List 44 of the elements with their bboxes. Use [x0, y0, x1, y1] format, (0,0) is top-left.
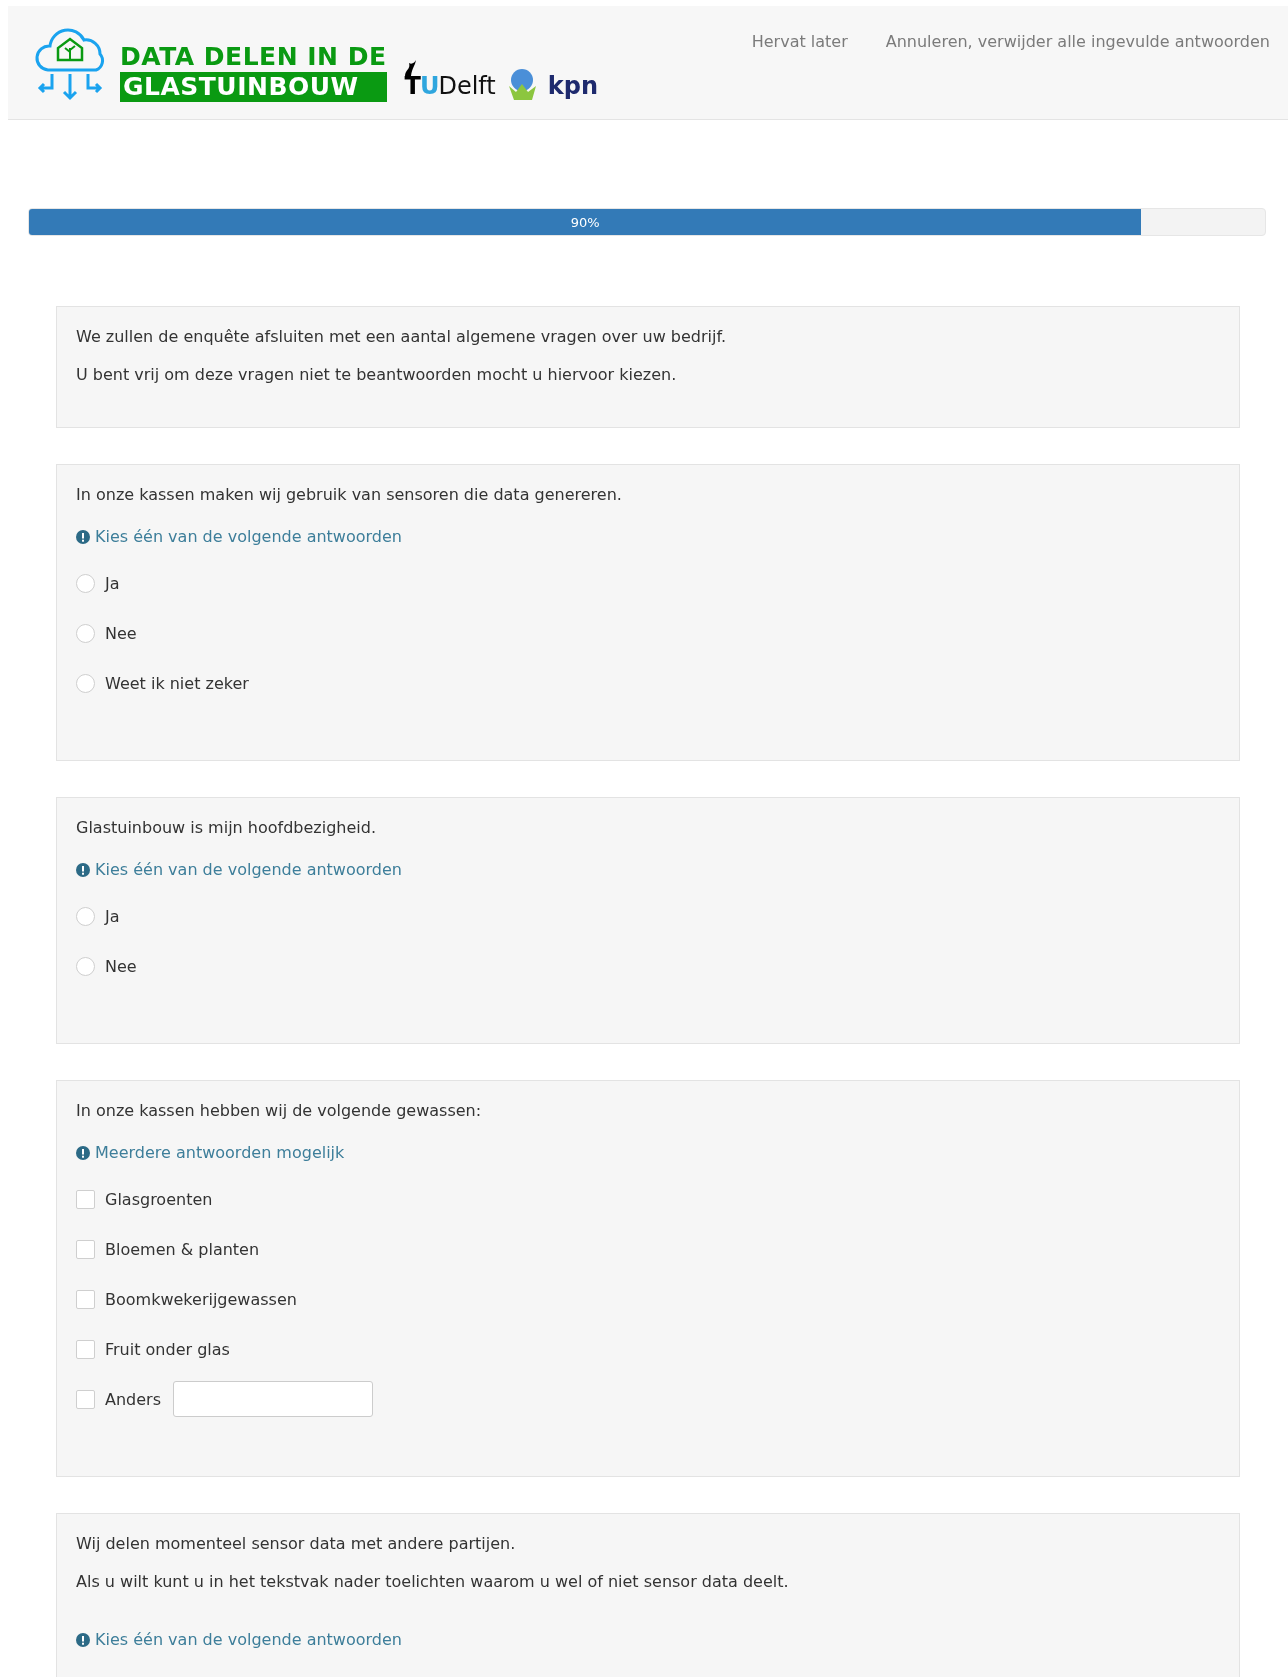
checkbox[interactable]	[76, 1289, 95, 1309]
option-label: Anders	[105, 1389, 161, 1409]
logo-text: DATA DELEN IN DE	[120, 42, 387, 72]
question-text: In onze kassen hebben wij de volgende gewassen:	[76, 1100, 483, 1122]
hint-text: Kies één van de volgende antwoorden	[95, 527, 402, 546]
option-label: Glasgroenten	[105, 1189, 213, 1209]
question-text: In onze kassen maken wij gebruik van sensoren die data genereren.	[76, 484, 623, 506]
question-text: Als u wilt kunt u in het tekstvak nader toelichten waarom u wel of niet sensor data deelt.	[76, 1571, 790, 1593]
checkbox[interactable]	[76, 1239, 95, 1259]
hint-text: Meerdere antwoorden mogelijk	[95, 1143, 345, 1162]
radio-button[interactable]	[76, 906, 95, 926]
question-text: Wij delen momenteel sensor data met andere partijen.	[76, 1533, 517, 1555]
option-label: Nee	[105, 956, 137, 976]
radio-button[interactable]	[76, 573, 95, 593]
option-label: Ja	[105, 573, 120, 593]
tu-logo-name: Delft	[438, 72, 496, 100]
exclamation-circle-icon	[76, 529, 90, 544]
header-link[interactable]: Annuleren, verwijder alle ingevulde antwoorden	[885, 32, 1270, 51]
checkbox[interactable]	[76, 1189, 95, 1209]
option-label: Ja	[105, 906, 120, 926]
option-label: Bloemen & planten	[105, 1239, 260, 1259]
radio-button[interactable]	[76, 623, 95, 643]
header-link[interactable]: Hervat later	[751, 32, 848, 51]
option-label: Weet ik niet zeker	[105, 673, 249, 693]
checkbox[interactable]	[76, 1339, 95, 1359]
question-text: U bent vrij om deze vragen niet te beantwoorden mocht u hiervoor kiezen.	[76, 364, 678, 386]
option-label: Boomkwekerijgewassen	[105, 1289, 297, 1309]
radio-button[interactable]	[76, 956, 95, 976]
hint-text: Kies één van de volgende antwoorden	[95, 860, 402, 879]
checkbox[interactable]	[76, 1389, 95, 1409]
option-label: Nee	[105, 623, 137, 643]
other-input-field[interactable]	[173, 1381, 373, 1417]
exclamation-circle-icon	[76, 1632, 90, 1647]
exclamation-circle-icon	[76, 1145, 90, 1160]
question-text: We zullen de enquête afsluiten met een aantal algemene vragen over uw bedrijf.	[76, 326, 728, 348]
progress-label: 90%	[570, 214, 600, 230]
tu-logo-mark: TU	[404, 72, 439, 100]
radio-button[interactable]	[76, 673, 95, 693]
logo-text: GLASTUINBOUW	[120, 72, 387, 102]
question-text: Glastuinbouw is mijn hoofdbezigheid.	[76, 817, 377, 839]
option-label: Fruit onder glas	[105, 1339, 230, 1359]
kpn-logo-text: kpn	[547, 72, 598, 100]
hint-text: Kies één van de volgende antwoorden	[95, 1630, 402, 1649]
exclamation-circle-icon	[76, 862, 90, 877]
